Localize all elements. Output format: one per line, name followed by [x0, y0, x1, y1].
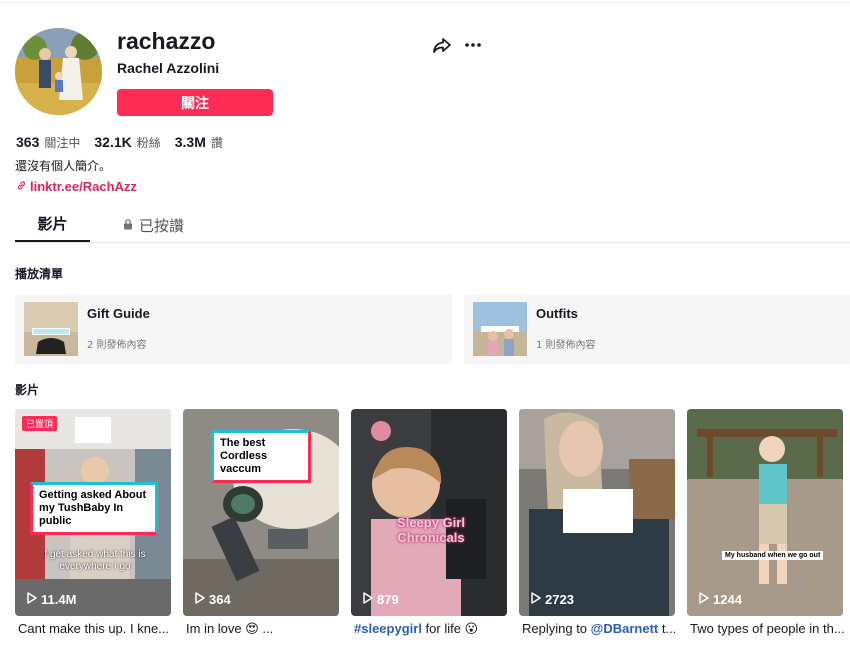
mention-link[interactable]: @DBarnett: [591, 621, 659, 636]
tab-videos[interactable]: 影片: [15, 207, 90, 242]
stat-value: 3.3M: [174, 134, 206, 150]
playlists-title: 播放清單: [15, 267, 64, 281]
caption-text: Replying to: [522, 621, 591, 636]
view-count-value: 11.4M: [41, 592, 77, 607]
profile-link[interactable]: linktr.ee/RachAzz: [16, 179, 137, 194]
stat-followers[interactable]: 32.1K 粉絲: [94, 134, 160, 151]
playlist-card-outfits[interactable]: Outfits 1 則發佈內容: [464, 294, 850, 364]
caption-text: t...: [658, 621, 677, 636]
view-count: 1244: [699, 592, 742, 607]
view-count-value: 2723: [545, 592, 574, 607]
video-card[interactable]: 2723: [519, 409, 675, 616]
caption-text: for life 😮: [421, 621, 479, 636]
stat-value: 363: [16, 134, 40, 150]
playlist-count: 1 則發佈內容: [536, 340, 596, 351]
follow-button[interactable]: 關注: [117, 89, 273, 116]
view-count-value: 879: [377, 592, 399, 607]
stat-label: 粉絲: [136, 136, 161, 150]
video-text-overlay: The best Cordless vaccum: [211, 430, 311, 483]
playlist-name: Gift Guide: [87, 306, 150, 321]
view-count: 2723: [531, 592, 574, 607]
video-card[interactable]: The best Cordless vaccum 364: [183, 409, 339, 616]
profile-tabs: 影片 已按讚: [15, 207, 850, 243]
playlist-card-gift-guide[interactable]: Gift Guide 2 則發佈內容: [15, 294, 452, 364]
play-icon: [195, 592, 205, 607]
video-subtitle: I get asked what this is everywhere I go: [44, 549, 146, 572]
link-icon: [16, 179, 27, 194]
stat-following[interactable]: 363 關注中: [16, 134, 80, 151]
view-count: 879: [363, 592, 399, 607]
share-icon[interactable]: [431, 34, 453, 56]
playlist-thumbnail: [24, 302, 78, 356]
tab-liked[interactable]: 已按讚: [113, 207, 193, 243]
stat-likes: 3.3M 讚: [175, 134, 223, 151]
reply-comment-sticker: [563, 489, 633, 533]
video-caption[interactable]: Im in love 😍 ...: [186, 621, 342, 637]
play-icon: [27, 592, 37, 607]
top-border: [0, 0, 850, 3]
video-caption[interactable]: Two types of people in th...: [690, 621, 846, 636]
play-icon: [699, 592, 709, 607]
view-count-value: 364: [209, 592, 231, 607]
play-icon: [531, 592, 541, 607]
profile-bio: 還沒有個人簡介。: [15, 159, 112, 173]
playlist-count: 2 則發佈內容: [87, 340, 147, 351]
video-caption[interactable]: Replying to @DBarnett t...: [522, 621, 678, 636]
profile-nickname: Rachel Azzolini: [117, 60, 220, 76]
more-options-icon[interactable]: [462, 34, 484, 56]
videos-title: 影片: [15, 383, 40, 397]
lock-icon: [122, 216, 134, 234]
video-card[interactable]: Sleepy Girl Chronicals 879: [351, 409, 507, 616]
play-icon: [363, 592, 373, 607]
video-card[interactable]: 已置頂 Getting asked About my TushBaby In p…: [15, 409, 171, 616]
playlist-thumbnail: [473, 302, 527, 356]
avatar[interactable]: [15, 28, 102, 115]
video-caption[interactable]: Cant make this up. I kne...: [18, 621, 174, 636]
profile-stats: 363 關注中 32.1K 粉絲 3.3M 讚: [16, 134, 223, 151]
video-caption[interactable]: #sleepygirl for life 😮: [354, 621, 510, 637]
profile-link-text: linktr.ee/RachAzz: [30, 179, 137, 194]
stat-label: 讚: [210, 136, 223, 150]
stat-label: 關注中: [44, 136, 81, 150]
profile-username: rachazzo: [117, 28, 216, 54]
tab-liked-label: 已按讚: [138, 216, 184, 235]
stat-value: 32.1K: [94, 134, 132, 150]
hashtag-link[interactable]: #sleepygirl: [354, 621, 422, 636]
view-count: 11.4M: [27, 592, 76, 607]
video-card[interactable]: My husband when we go out 1244: [687, 409, 843, 616]
pinned-badge: 已置頂: [22, 416, 58, 431]
view-count-value: 1244: [713, 592, 742, 607]
playlist-name: Outfits: [536, 306, 578, 321]
view-count: 364: [195, 592, 231, 607]
video-text-overlay: My husband when we go out: [722, 551, 824, 560]
video-text-overlay: Getting asked About my TushBaby In publi…: [30, 482, 158, 535]
video-text-overlay: Sleepy Girl Chronicals: [397, 515, 465, 545]
